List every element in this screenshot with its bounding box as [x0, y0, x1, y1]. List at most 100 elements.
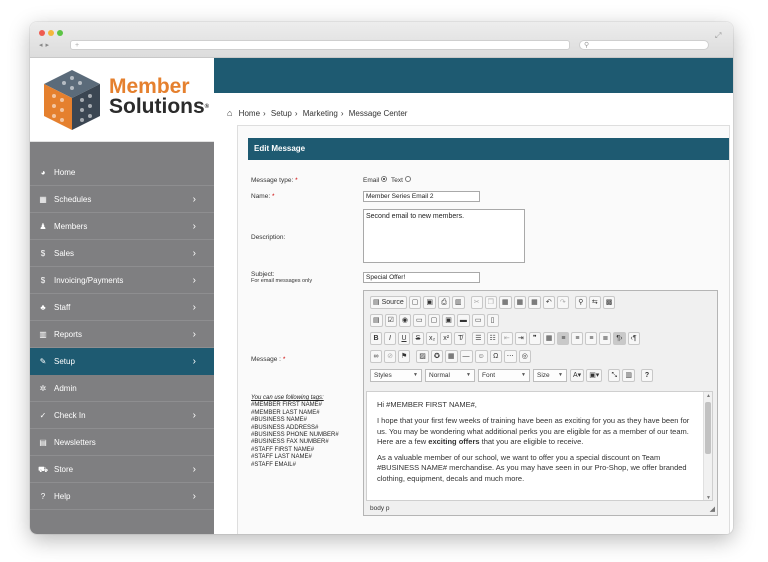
select-field-icon[interactable]: ▣	[442, 314, 455, 327]
find-icon[interactable]: ⚲	[574, 296, 587, 309]
bullet-list-icon[interactable]: ☷	[486, 332, 499, 345]
styles-combo[interactable]: Styles ▼	[370, 369, 422, 382]
paste-text-icon[interactable]: ▦	[513, 296, 527, 309]
home-icon[interactable]: ⌂	[227, 108, 232, 118]
button-icon[interactable]: ▬	[456, 314, 470, 327]
email-radio[interactable]	[381, 176, 388, 183]
help-icon[interactable]: ?	[640, 369, 653, 382]
browser-search-input[interactable]: ⚲	[579, 40, 709, 50]
scroll-up-icon[interactable]: ▲	[704, 393, 712, 399]
sidebar-item-setup[interactable]: ✎ Setup ›	[30, 348, 214, 375]
new-page-icon[interactable]: ▢	[408, 296, 422, 309]
sidebar-item-newsletters[interactable]: ▤ Newsletters	[30, 429, 214, 456]
format-combo[interactable]: Normal ▼	[425, 369, 475, 382]
italic-icon[interactable]: I	[384, 332, 396, 345]
hidden-field-icon[interactable]: ▯	[486, 314, 499, 327]
text-field-icon[interactable]: ▭	[413, 314, 426, 327]
back-forward-icon[interactable]: ◂▸	[39, 41, 52, 49]
scroll-down-icon[interactable]: ▼	[704, 495, 712, 500]
sidebar-item-check-in[interactable]: ✓ Check In ›	[30, 402, 214, 429]
breadcrumb-setup[interactable]: Setup	[271, 109, 292, 118]
bold-icon[interactable]: B	[370, 332, 382, 345]
radio-icon[interactable]: ◉	[398, 314, 412, 327]
maximize-dot-icon[interactable]	[57, 30, 63, 36]
text-radio[interactable]	[404, 176, 411, 183]
align-left-icon[interactable]: ≡	[557, 332, 570, 345]
resize-handle-icon[interactable]: ◢	[710, 505, 715, 513]
sidebar-item-home[interactable]: ◕ Home	[30, 159, 214, 186]
scrollbar-thumb[interactable]	[705, 402, 711, 454]
cut-icon[interactable]: ✂	[470, 296, 483, 309]
redo-icon[interactable]: ↷	[556, 296, 569, 309]
text-color-icon[interactable]: A▾	[570, 369, 585, 382]
sidebar-item-store[interactable]: ⛟ Store ›	[30, 456, 214, 483]
flash-icon[interactable]: ✪	[430, 350, 443, 363]
rtl-icon[interactable]: ‹¶	[627, 332, 640, 345]
sidebar-item-admin[interactable]: ✲ Admin	[30, 375, 214, 402]
page-break-icon[interactable]: ⋯	[503, 350, 517, 363]
superscript-icon[interactable]: x²	[440, 332, 453, 345]
underline-icon[interactable]: U	[398, 332, 410, 345]
editor-content-area[interactable]: Hi #MEMBER FIRST NAME#, I hope that your…	[366, 391, 713, 501]
sidebar-item-members[interactable]: ♟ Members ›	[30, 213, 214, 240]
description-textarea[interactable]: Second email to new members.	[363, 209, 525, 263]
paste-icon[interactable]: ▦	[498, 296, 512, 309]
sidebar-item-reports[interactable]: ▥ Reports ›	[30, 321, 214, 348]
templates-icon[interactable]: ▥	[452, 296, 465, 309]
font-combo[interactable]: Font ▼	[478, 369, 530, 382]
name-input[interactable]: Member Series Email 2	[363, 191, 480, 202]
align-right-icon[interactable]: ≡	[585, 332, 598, 345]
copy-icon[interactable]: ❐	[484, 296, 497, 309]
replace-icon[interactable]: ⇆	[588, 296, 601, 309]
numbered-list-icon[interactable]: ☰	[472, 332, 485, 345]
link-icon[interactable]: ∞	[370, 350, 382, 363]
size-combo[interactable]: Size ▼	[533, 369, 567, 382]
minimize-dot-icon[interactable]	[48, 30, 54, 36]
table-icon[interactable]: ▦	[444, 350, 458, 363]
image-icon[interactable]: ▨	[416, 350, 429, 363]
ltr-icon[interactable]: ¶›	[613, 332, 626, 345]
textarea-icon[interactable]: ▢	[427, 314, 441, 327]
iframe-icon[interactable]: ◎	[518, 350, 531, 363]
subscript-icon[interactable]: x₂	[426, 332, 439, 345]
breadcrumb-marketing[interactable]: Marketing	[303, 109, 338, 118]
unlink-icon[interactable]: ⊘	[384, 350, 396, 363]
blockquote-icon[interactable]: ❞	[528, 332, 541, 345]
editor-scrollbar[interactable]: ▲ ▼	[703, 392, 712, 500]
show-blocks-icon[interactable]: ▥	[622, 369, 635, 382]
preview-icon[interactable]: ▣	[423, 296, 437, 309]
smiley-icon[interactable]: ☺	[474, 350, 488, 363]
justify-icon[interactable]: ≣	[599, 332, 612, 345]
paste-word-icon[interactable]: ▦	[528, 296, 541, 309]
anchor-icon[interactable]: ⚑	[398, 350, 411, 363]
sidebar-item-help[interactable]: ? Help ›	[30, 483, 214, 510]
close-dot-icon[interactable]	[39, 30, 45, 36]
logo[interactable]: Member Solutions®	[30, 58, 214, 142]
outdent-icon[interactable]: ⇤	[500, 332, 513, 345]
print-icon[interactable]: ⎙	[438, 296, 451, 309]
select-all-icon[interactable]: ▩	[602, 296, 616, 309]
remove-format-icon[interactable]: T̸	[454, 332, 467, 345]
indent-icon[interactable]: ⇥	[514, 332, 527, 345]
horizontal-line-icon[interactable]: ―	[459, 350, 473, 363]
image-button-icon[interactable]: ▭	[471, 314, 485, 327]
sidebar-item-schedules[interactable]: ▦ Schedules ›	[30, 186, 214, 213]
source-button[interactable]: ▤ Source	[370, 296, 407, 309]
align-center-icon[interactable]: ≡	[571, 332, 584, 345]
maximize-icon[interactable]: ⤡	[608, 369, 621, 382]
special-char-icon[interactable]: Ω	[489, 350, 502, 363]
checkbox-icon[interactable]: ☑	[384, 314, 397, 327]
div-container-icon[interactable]: ▦	[542, 332, 556, 345]
sidebar-item-invoicing-payments[interactable]: $ Invoicing/Payments ›	[30, 267, 214, 294]
subject-input[interactable]: Special Offer!	[363, 272, 480, 283]
undo-icon[interactable]: ↶	[542, 296, 555, 309]
fullscreen-icon[interactable]: ⤢	[715, 31, 721, 41]
strikethrough-icon[interactable]: S	[412, 332, 424, 345]
address-bar[interactable]: +	[70, 40, 570, 50]
form-icon[interactable]: ▤	[370, 314, 383, 327]
breadcrumb-home[interactable]: Home	[239, 109, 260, 118]
sidebar-item-sales[interactable]: $ Sales ›	[30, 240, 214, 267]
sidebar-item-staff[interactable]: ♣ Staff ›	[30, 294, 214, 321]
background-color-icon[interactable]: ▣▾	[586, 369, 603, 382]
newspaper-icon: ▤	[39, 438, 47, 447]
